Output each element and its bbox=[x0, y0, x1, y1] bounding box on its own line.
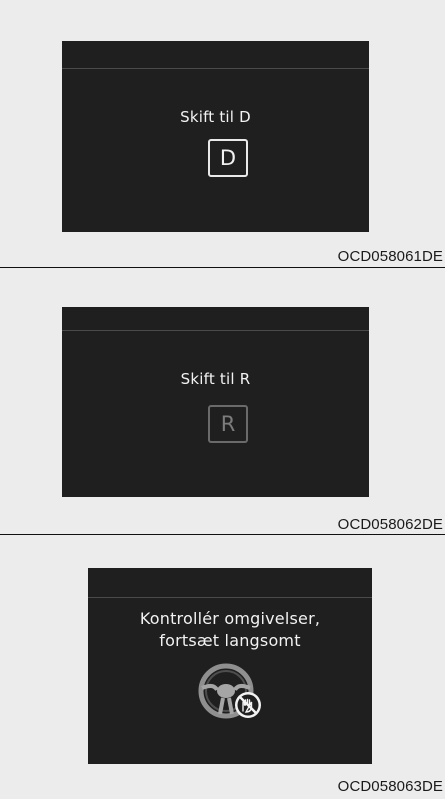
display-header-divider bbox=[62, 68, 369, 69]
steering-wheel-hands-off-icon bbox=[198, 663, 261, 719]
figure-code: OCD058062DE bbox=[337, 516, 443, 533]
gear-r-indicator: R bbox=[208, 405, 248, 443]
cluster-display-warning: Kontrollér omgivelser, fortsæt langsomt bbox=[88, 568, 372, 764]
display-header-divider bbox=[88, 597, 372, 598]
shift-message: Skift til R bbox=[180, 370, 251, 388]
panel-check-surroundings: Kontrollér omgivelser, fortsæt langsomt … bbox=[0, 535, 445, 799]
display-header-divider bbox=[62, 330, 369, 331]
cluster-display-d: Skift til D D bbox=[62, 41, 369, 232]
figure-code: OCD058063DE bbox=[337, 778, 443, 795]
warning-message-line2: fortsæt langsomt bbox=[159, 631, 301, 650]
cluster-display-r: Skift til R R bbox=[62, 307, 369, 497]
shift-message: Skift til D bbox=[180, 108, 251, 126]
panel-shift-to-d: Skift til D D OCD058061DE bbox=[0, 0, 445, 267]
figure-code: OCD058061DE bbox=[337, 248, 443, 265]
warning-message-line1: Kontrollér omgivelser, bbox=[139, 609, 321, 628]
gear-d-indicator: D bbox=[208, 139, 248, 177]
panel-shift-to-r: Skift til R R OCD058062DE bbox=[0, 268, 445, 534]
